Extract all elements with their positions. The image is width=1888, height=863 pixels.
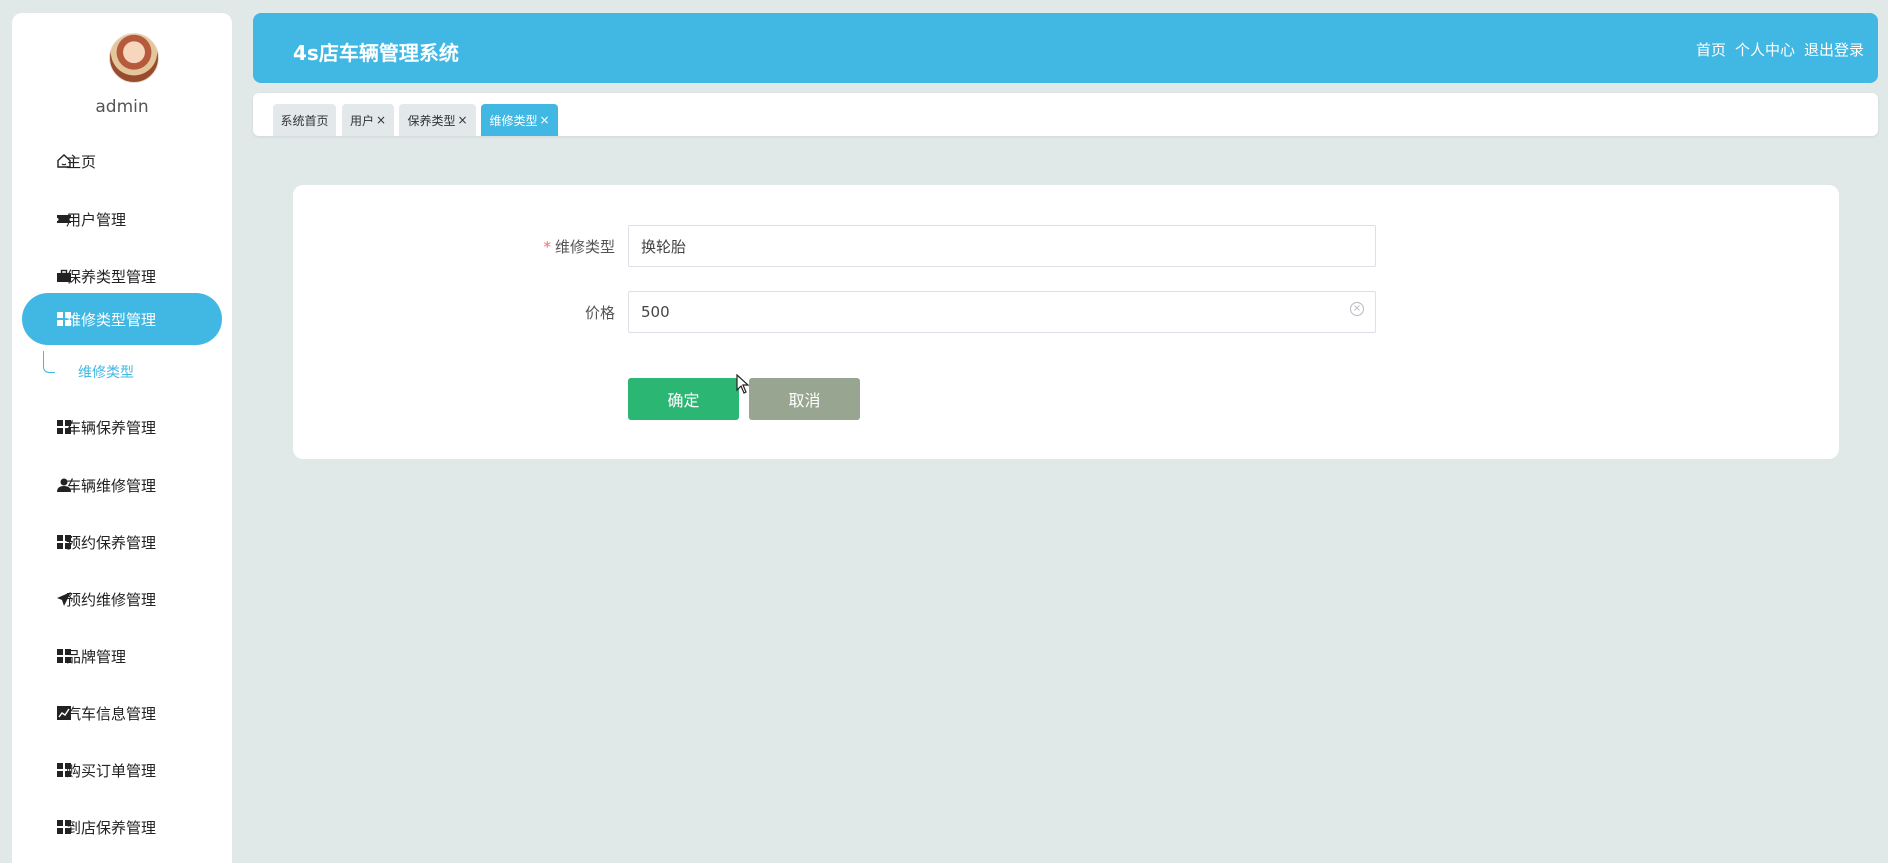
sidebar-item-brands[interactable]: 品牌管理 [22,630,222,682]
app-title: 4s店车辆管理系统 [293,41,459,65]
sidebar-item-label: 购买订单管理 [66,761,157,780]
home-icon [56,153,72,169]
avatar[interactable] [109,33,159,83]
tab-system-home[interactable]: 系统首页 [273,104,336,136]
tab-label: 保养类型 [407,113,456,128]
price-input[interactable] [628,291,1376,333]
tab-maintenance-types[interactable]: 保养类型 × [399,104,476,136]
tab-repair-types[interactable]: 维修类型 × [481,104,558,136]
sidebar-item-label: 预约保养管理 [66,533,157,552]
profile-link[interactable]: 个人中心 [1735,39,1795,60]
sidebar-item-label: 车辆保养管理 [66,418,157,437]
repair-type-label: * 维修类型 [543,238,615,256]
sidebar-item-label: 车辆维修管理 [66,476,157,495]
tab-label: 维修类型 [489,113,538,128]
logout-link[interactable]: 退出登录 [1804,39,1864,60]
sidebar-item-label: 到店保养管理 [66,818,157,837]
tab-label: 系统首页 [280,113,329,128]
sidebar-item-car-info[interactable]: 汽车信息管理 [22,687,222,739]
sidebar-item-vehicle-maintenance[interactable]: 车辆保养管理 [22,401,222,453]
sidebar-item-label: 预约维修管理 [66,590,157,609]
grid-icon [56,419,72,435]
price-label: 价格 [584,304,615,322]
sidebar-subitem-repair-type[interactable]: 维修类型 [78,362,134,382]
grid-icon [56,648,72,664]
sidebar-item-purchase-orders[interactable]: 购买订单管理 [22,744,222,796]
grid-icon [56,819,72,835]
grid-icon [56,762,72,778]
grid-icon [56,311,72,327]
form-card: *维修类型 价格 × 确定 取消 [293,185,1839,459]
sidebar-item-vehicle-repair[interactable]: 车辆维修管理 [22,459,222,511]
close-icon[interactable]: × [457,113,467,127]
sidebar-item-label: 汽车信息管理 [66,704,157,723]
home-link[interactable]: 首页 [1696,39,1726,60]
sidebar-item-label: 保养类型管理 [66,267,157,286]
sidebar-item-booking-maintenance[interactable]: 预约保养管理 [22,516,222,568]
confirm-button[interactable]: 确定 [628,378,739,420]
header: 4s店车辆管理系统 首页 个人中心 退出登录 [253,13,1878,83]
sidebar-item-users[interactable]: 用户管理 [22,193,222,245]
username: admin [95,97,149,117]
sidebar: admin 主页 用户管理 保养类型管理 维修类型管理 维修类型 车辆保养管理 [12,13,232,863]
clear-icon[interactable]: × [1350,302,1364,316]
sidebar-item-repair-types[interactable]: 维修类型管理 [22,293,222,345]
sidebar-item-label: 品牌管理 [66,647,127,666]
sidebar-item-label: 用户管理 [66,210,127,229]
sidebar-item-home[interactable]: 主页 [22,135,222,187]
user-icon [56,477,72,493]
cancel-button[interactable]: 取消 [749,378,860,420]
sidebar-item-label: 维修类型管理 [66,310,157,329]
sidebar-item-booking-repair[interactable]: 预约维修管理 [22,573,222,625]
close-icon[interactable]: × [376,113,386,127]
close-icon[interactable]: × [539,113,549,127]
required-mark: * [543,238,551,256]
grid-icon [56,534,72,550]
briefcase-icon [56,268,72,284]
tab-label: 用户 [349,113,374,128]
tab-users[interactable]: 用户 × [342,104,394,136]
sidebar-item-store-maintenance[interactable]: 到店保养管理 [22,801,222,853]
chart-icon [56,705,72,721]
mouse-cursor-icon [736,373,750,398]
ticket-icon [56,211,72,227]
header-links: 首页 个人中心 退出登录 [1696,39,1864,60]
send-icon [56,591,72,607]
repair-type-input[interactable] [628,225,1376,267]
tabs-bar: 系统首页 用户 × 保养类型 × 维修类型 × [253,93,1878,136]
submenu-connector [43,351,55,373]
